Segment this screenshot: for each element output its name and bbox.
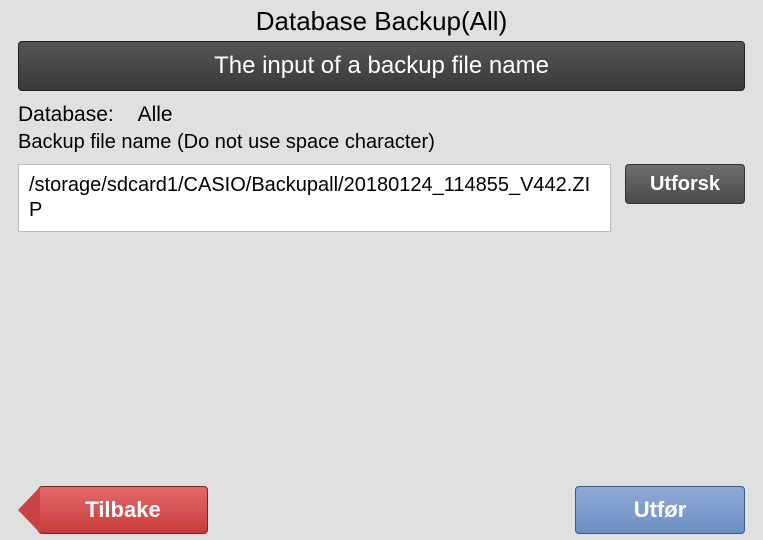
execute-button[interactable]: Utfør bbox=[575, 486, 745, 534]
database-row: Database: Alle bbox=[18, 103, 745, 127]
database-label: Database: bbox=[18, 103, 114, 127]
footer: Tilbake Utfør bbox=[0, 486, 763, 534]
content-area: Database: Alle Backup file name (Do not … bbox=[0, 91, 763, 232]
page-title: Database Backup(All) bbox=[0, 0, 763, 41]
filename-hint: Backup file name (Do not use space chara… bbox=[18, 131, 745, 154]
input-row: /storage/sdcard1/CASIO/Backupall/2018012… bbox=[18, 164, 745, 232]
database-value: Alle bbox=[138, 103, 173, 127]
filename-input[interactable]: /storage/sdcard1/CASIO/Backupall/2018012… bbox=[18, 164, 611, 232]
subtitle-bar: The input of a backup file name bbox=[18, 41, 745, 91]
back-button[interactable]: Tilbake bbox=[38, 486, 208, 534]
browse-button[interactable]: Utforsk bbox=[625, 164, 745, 204]
